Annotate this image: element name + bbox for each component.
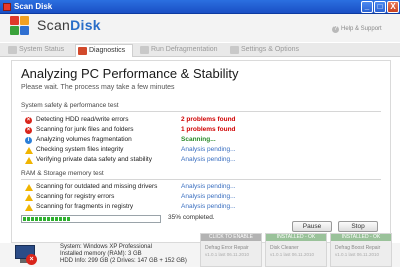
test-status: 1 problems found: [181, 126, 236, 133]
progress-segment: [51, 217, 54, 221]
list-item: Scanning for registry errors Analysis pe…: [25, 193, 385, 202]
progress-segment: [27, 217, 30, 221]
badge-name: Defrag Boost Repair: [335, 245, 381, 251]
defrag-icon: [140, 46, 149, 54]
close-button[interactable]: X: [387, 1, 399, 13]
list-item: × Detecting HDD read/write errors 2 prob…: [25, 116, 385, 125]
warning-icon: [25, 147, 33, 154]
warning-icon: [25, 157, 33, 164]
test-label: Verifying private data safety and stabil…: [36, 156, 152, 163]
page-title: Analyzing PC Performance & Stability: [21, 66, 239, 81]
test-label: Checking system files integrity: [36, 146, 124, 153]
progress-segment: [23, 217, 26, 221]
badge-name: Disk Cleaner: [270, 245, 299, 251]
minimize-button[interactable]: _: [361, 1, 373, 13]
window-title: Scan Disk: [14, 2, 53, 11]
badge-name: Defrag Error Repair: [205, 245, 249, 251]
progress-segment: [43, 217, 46, 221]
test-label: Scanning for outdated and missing driver…: [36, 183, 158, 190]
tab-settings-options[interactable]: Settings & Options: [228, 44, 306, 57]
tab-diagnostics[interactable]: Diagnostics: [75, 44, 133, 57]
list-item: Scanning for fragments in registry Analy…: [25, 203, 385, 212]
badge-status: CLICK TO ENABLE: [201, 234, 261, 241]
list-item: Scanning for outdated and missing driver…: [25, 183, 385, 192]
divider: [21, 111, 381, 112]
system-hdd: HDD Info: 299 GB (2 Drives: 147 GB + 152…: [60, 258, 187, 264]
tab-label: Run Defragmentation: [151, 46, 218, 53]
computer-error-icon: ×: [12, 245, 40, 265]
progress-segment: [31, 217, 34, 221]
test-status: Analysis pending...: [181, 183, 236, 190]
system-os: System: Windows XP Professional: [60, 244, 152, 250]
module-badge[interactable]: CLICK TO ENABLE Defrag Error Repair v1.0…: [200, 233, 262, 267]
badge-status: INSTALLED - OK: [331, 234, 391, 241]
tab-label: Settings & Options: [241, 46, 299, 53]
warning-icon: [25, 184, 33, 191]
test-status: Analysis pending...: [181, 146, 236, 153]
test-status: Analysis pending...: [181, 156, 236, 163]
tab-run-defragmentation[interactable]: Run Defragmentation: [138, 44, 224, 57]
page-subtitle: Please wait. The process may take a few …: [21, 84, 175, 91]
test-label: Scanning for junk files and folders: [36, 126, 134, 133]
help-support-link[interactable]: ? Help & Support: [332, 26, 382, 33]
test-status: 2 problems found: [181, 116, 236, 123]
badge-version: v1.0.1 last 06.11.2010: [270, 252, 314, 257]
info-icon: i: [25, 137, 32, 144]
tab-system-status[interactable]: System Status: [6, 44, 72, 57]
tab-label: System Status: [19, 46, 65, 53]
warning-icon: [25, 204, 33, 211]
brand-part-2: Disk: [70, 17, 101, 33]
badge-status: INSTALLED - OK: [266, 234, 326, 241]
test-label: Detecting HDD read/write errors: [36, 116, 129, 123]
test-label: Scanning for fragments in registry: [36, 203, 134, 210]
list-item: Verifying private data safety and stabil…: [25, 156, 385, 165]
monitor-icon: [8, 46, 17, 54]
tab-label: Diagnostics: [89, 47, 126, 54]
maximize-button[interactable]: □: [374, 1, 386, 13]
error-icon: ×: [25, 117, 32, 124]
gear-icon: [230, 46, 239, 54]
pause-button[interactable]: Pause: [292, 221, 332, 232]
progress-segment: [63, 217, 66, 221]
progress-segment: [59, 217, 62, 221]
divider: [21, 179, 381, 180]
scandisk-logo-icon: [10, 16, 32, 38]
window-titlebar: Scan Disk _ □ X: [0, 0, 400, 14]
brand-name: ScanDisk: [37, 17, 101, 33]
list-item: i Analyzing volumes fragmentation Scanni…: [25, 136, 385, 145]
error-icon: ×: [25, 127, 32, 134]
test-label: Scanning for registry errors: [36, 193, 115, 200]
progress-segment: [47, 217, 50, 221]
progress-fill: [23, 217, 71, 224]
list-item: Checking system files integrity Analysis…: [25, 146, 385, 155]
warning-icon: [25, 194, 33, 201]
help-icon: ?: [332, 26, 339, 33]
section-title-system: System safety & performance test: [21, 102, 119, 109]
badge-version: v1.0.1 last 06.11.2010: [335, 252, 379, 257]
list-item: × Scanning for junk files and folders 1 …: [25, 126, 385, 135]
brand-part-1: Scan: [37, 17, 71, 33]
progress-text: 35% completed.: [168, 214, 215, 221]
system-info: System: Windows XP Professional Installe…: [60, 244, 187, 265]
system-memory: Installed memory (RAM): 3 GB: [60, 251, 142, 257]
test-status: Analysis pending...: [181, 193, 236, 200]
progress-segment: [39, 217, 42, 221]
tab-bar: System Status Diagnostics Run Defragment…: [0, 43, 400, 57]
module-badge[interactable]: INSTALLED - OK Defrag Boost Repair v1.0.…: [330, 233, 392, 267]
module-badge[interactable]: INSTALLED - OK Disk Cleaner v1.0.1 last …: [265, 233, 327, 267]
scan-progress-bar: [21, 215, 161, 223]
diagnostics-icon: [78, 47, 87, 55]
diagnostics-panel: Analyzing PC Performance & Stability Ple…: [11, 60, 391, 243]
test-status: Scanning...: [181, 136, 216, 143]
help-label: Help & Support: [341, 26, 382, 32]
progress-segment: [67, 217, 70, 221]
stop-button[interactable]: Stop: [338, 221, 378, 232]
badge-version: v1.0.1 last 06.11.2010: [205, 252, 249, 257]
progress-segment: [35, 217, 38, 221]
app-icon: [3, 3, 11, 11]
progress-segment: [55, 217, 58, 221]
test-status: Analysis pending...: [181, 203, 236, 210]
test-label: Analyzing volumes fragmentation: [36, 136, 132, 143]
section-title-ram: RAM & Storage memory test: [21, 170, 104, 177]
